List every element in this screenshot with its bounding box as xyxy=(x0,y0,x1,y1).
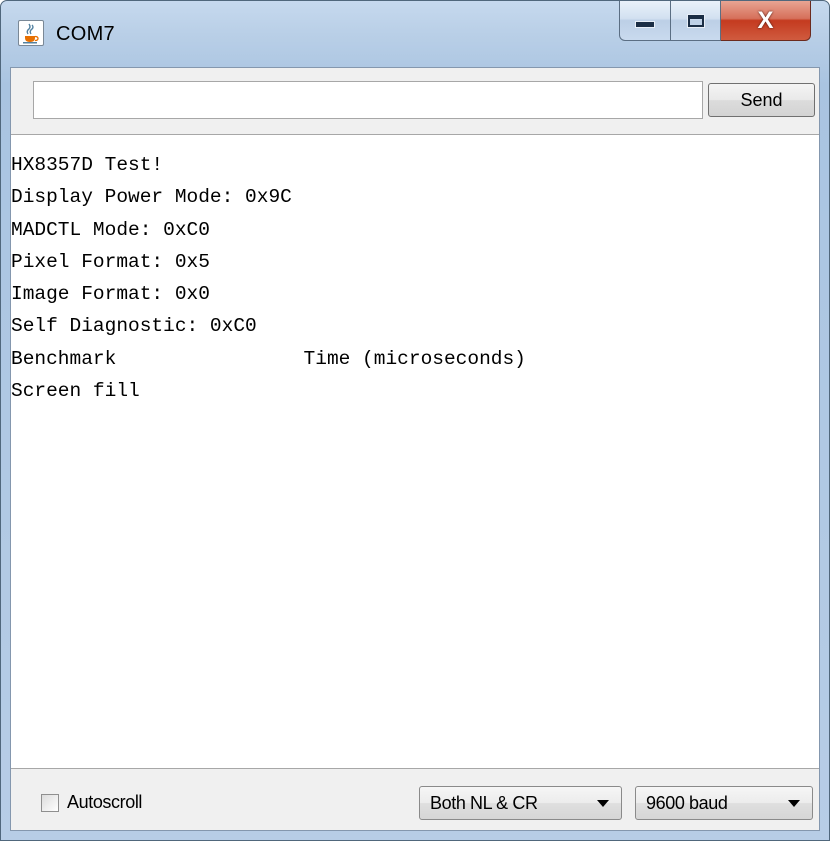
serial-output-line: Benchmark Time (microseconds) xyxy=(11,347,526,370)
close-button[interactable]: X xyxy=(721,1,811,41)
send-button[interactable]: Send xyxy=(708,83,815,117)
title-bar[interactable]: COM7 X xyxy=(1,1,829,67)
autoscroll-label: Autoscroll xyxy=(67,792,143,812)
autoscroll-checkbox[interactable] xyxy=(41,793,59,812)
serial-output-line: Self Diagnostic: 0xC0 xyxy=(11,315,257,338)
chevron-down-icon xyxy=(788,799,800,807)
input-row: Send xyxy=(11,68,819,134)
serial-output-line: Display Power Mode: 0x9C xyxy=(11,186,292,209)
serial-output-line: Pixel Format: 0x5 xyxy=(11,250,210,273)
baud-rate-value: 9600 baud xyxy=(646,792,728,813)
caption-buttons: X xyxy=(619,1,811,43)
serial-output-line: HX8357D Test! xyxy=(11,154,164,176)
status-row: Autoscroll Both NL & CR 9600 baud xyxy=(11,769,819,830)
serial-monitor-window: COM7 X Send HX8357D Test! Display Power … xyxy=(0,0,830,841)
autoscroll-toggle[interactable]: Autoscroll xyxy=(41,792,142,813)
serial-input-field[interactable] xyxy=(33,81,703,119)
minimize-icon xyxy=(635,21,655,28)
line-ending-dropdown[interactable]: Both NL & CR xyxy=(419,786,622,820)
serial-output-line: Screen fill xyxy=(11,380,140,403)
java-cup-icon[interactable] xyxy=(18,20,44,46)
window-bottom-border xyxy=(1,831,829,840)
window-title: COM7 xyxy=(56,23,115,45)
serial-output-area[interactable]: HX8357D Test! Display Power Mode: 0x9C M… xyxy=(11,134,819,769)
serial-output-line: Image Format: 0x0 xyxy=(11,283,210,306)
serial-monitor-content: Send HX8357D Test! Display Power Mode: 0… xyxy=(10,67,820,831)
serial-output-line: MADCTL Mode: 0xC0 xyxy=(11,218,210,241)
baud-rate-dropdown[interactable]: 9600 baud xyxy=(635,786,813,820)
maximize-button[interactable] xyxy=(671,1,721,41)
maximize-icon xyxy=(686,13,705,28)
minimize-button[interactable] xyxy=(619,1,671,41)
line-ending-value: Both NL & CR xyxy=(430,792,538,813)
close-icon: X xyxy=(757,6,774,34)
chevron-down-icon xyxy=(597,799,609,807)
